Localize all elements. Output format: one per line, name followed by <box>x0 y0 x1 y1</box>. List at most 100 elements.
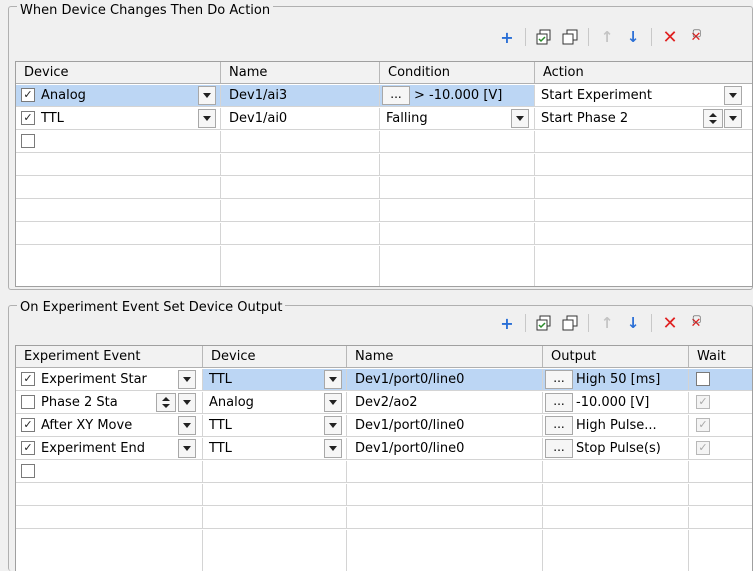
table-row[interactable]: ✓ Experiment End TTL Dev1/port0/line0 ..… <box>16 438 752 460</box>
device-dropdown-button[interactable] <box>324 393 342 412</box>
delete-button[interactable]: ✕ <box>659 26 681 48</box>
event-dropdown-button[interactable] <box>178 416 196 435</box>
device-cell[interactable]: ✓ Analog <box>16 85 221 106</box>
column-header-wait[interactable]: Wait <box>689 346 752 367</box>
wait-cell[interactable] <box>689 369 752 390</box>
condition-edit-button[interactable]: ... <box>382 86 410 105</box>
device-cell[interactable]: ✓ TTL <box>16 108 221 129</box>
table-row[interactable]: ✓ Experiment Star TTL Dev1/port0/line0 .… <box>16 369 752 391</box>
wait-checkbox[interactable] <box>696 372 710 386</box>
wait-cell[interactable]: ✓ <box>689 415 752 436</box>
move-down-button[interactable]: ↓ <box>622 26 644 48</box>
wait-cell[interactable]: ✓ <box>689 392 752 413</box>
delete-all-button[interactable]: ✕ ▢ <box>685 26 707 48</box>
output-edit-button[interactable]: ... <box>545 439 573 458</box>
wait-checkbox[interactable]: ✓ <box>696 395 710 409</box>
enable-checkbox[interactable] <box>21 464 35 478</box>
device-dropdown-button[interactable] <box>198 86 216 105</box>
wait-cell[interactable]: ✓ <box>689 438 752 459</box>
output-cell[interactable]: ... -10.000 [V] <box>543 392 689 413</box>
condition-dropdown-button[interactable] <box>511 109 529 128</box>
enable-checkbox[interactable]: ✓ <box>21 418 35 432</box>
wait-checkbox[interactable]: ✓ <box>696 441 710 455</box>
event-cell[interactable]: Phase 2 Sta <box>16 392 203 413</box>
enable-checkbox[interactable]: ✓ <box>21 441 35 455</box>
enable-checkbox[interactable] <box>21 134 35 148</box>
device-cell[interactable] <box>16 131 221 152</box>
enable-checkbox[interactable]: ✓ <box>21 372 35 386</box>
column-header-event[interactable]: Experiment Event <box>16 346 203 367</box>
event-cell[interactable]: ✓ After XY Move <box>16 415 203 436</box>
delete-all-button[interactable]: ✕ ▢ <box>685 312 707 334</box>
event-cell[interactable] <box>16 461 203 482</box>
delete-button[interactable]: ✕ <box>659 312 681 334</box>
name-cell[interactable]: Dev1/port0/line0 <box>347 369 543 390</box>
table-row[interactable]: ✓ After XY Move TTL Dev1/port0/line0 ...… <box>16 415 752 437</box>
column-header-device[interactable]: Device <box>16 62 221 83</box>
condition-cell[interactable] <box>380 131 535 152</box>
copy-button[interactable] <box>533 312 555 334</box>
table-row[interactable]: Phase 2 Sta Analog Dev2/ao2 ... -10.000 … <box>16 392 752 414</box>
action-cell[interactable]: Start Experiment <box>535 85 752 106</box>
device-cell[interactable] <box>203 461 347 482</box>
output-edit-button[interactable]: ... <box>545 370 573 389</box>
device-dropdown-button[interactable] <box>324 416 342 435</box>
output-edit-button[interactable]: ... <box>545 416 573 435</box>
table-row[interactable]: ✓ TTL Dev1/ai0 Falling Start Phase 2 <box>16 108 752 130</box>
event-dropdown-button[interactable] <box>178 370 196 389</box>
paste-button[interactable] <box>559 26 581 48</box>
name-cell[interactable]: Dev1/ai3 <box>221 85 380 106</box>
device-dropdown-button[interactable] <box>324 439 342 458</box>
new-row[interactable] <box>16 131 752 153</box>
table-row[interactable]: ✓ Analog Dev1/ai3 ... > -10.000 [V] Star… <box>16 85 752 107</box>
output-cell[interactable] <box>543 461 689 482</box>
copy-button[interactable] <box>533 26 555 48</box>
new-row[interactable] <box>16 461 752 483</box>
name-cell[interactable]: Dev2/ao2 <box>347 392 543 413</box>
output-cell[interactable]: ... High Pulse... <box>543 415 689 436</box>
event-cell[interactable]: ✓ Experiment End <box>16 438 203 459</box>
enable-checkbox[interactable] <box>21 395 35 409</box>
device-cell[interactable]: TTL <box>203 438 347 459</box>
wait-checkbox[interactable]: ✓ <box>696 418 710 432</box>
output-cell[interactable]: ... High 50 [ms] <box>543 369 689 390</box>
name-cell[interactable] <box>221 131 380 152</box>
name-cell[interactable]: Dev1/ai0 <box>221 108 380 129</box>
add-row-button[interactable]: + <box>496 26 518 48</box>
event-dropdown-button[interactable] <box>178 393 196 412</box>
event-cell[interactable]: ✓ Experiment Star <box>16 369 203 390</box>
column-header-action[interactable]: Action <box>535 62 752 83</box>
column-header-name[interactable]: Name <box>347 346 543 367</box>
wait-cell[interactable] <box>689 461 752 482</box>
condition-cell[interactable]: ... > -10.000 [V] <box>380 85 535 106</box>
add-row-button[interactable]: + <box>496 312 518 334</box>
event-dropdown-button[interactable] <box>178 439 196 458</box>
paste-button[interactable] <box>559 312 581 334</box>
device-dropdown-button[interactable] <box>198 109 216 128</box>
move-up-button[interactable]: ↑ <box>596 26 618 48</box>
output-cell[interactable]: ... Stop Pulse(s) <box>543 438 689 459</box>
column-header-device[interactable]: Device <box>203 346 347 367</box>
condition-cell[interactable]: Falling <box>380 108 535 129</box>
column-header-output[interactable]: Output <box>543 346 689 367</box>
device-cell[interactable]: TTL <box>203 415 347 436</box>
action-spin-button[interactable] <box>703 109 723 128</box>
device-dropdown-button[interactable] <box>324 370 342 389</box>
name-cell[interactable]: Dev1/port0/line0 <box>347 415 543 436</box>
device-cell[interactable]: TTL <box>203 369 347 390</box>
move-up-button[interactable]: ↑ <box>596 312 618 334</box>
action-dropdown-button[interactable] <box>724 109 742 128</box>
name-cell[interactable]: Dev1/port0/line0 <box>347 438 543 459</box>
output-edit-button[interactable]: ... <box>545 393 573 412</box>
column-header-name[interactable]: Name <box>221 62 380 83</box>
action-dropdown-button[interactable] <box>724 86 742 105</box>
action-cell[interactable] <box>535 131 752 152</box>
device-cell[interactable]: Analog <box>203 392 347 413</box>
name-cell[interactable] <box>347 461 543 482</box>
move-down-button[interactable]: ↓ <box>622 312 644 334</box>
enable-checkbox[interactable]: ✓ <box>21 88 35 102</box>
column-header-condition[interactable]: Condition <box>380 62 535 83</box>
enable-checkbox[interactable]: ✓ <box>21 111 35 125</box>
event-spin-button[interactable] <box>156 393 176 412</box>
action-cell[interactable]: Start Phase 2 <box>535 108 752 129</box>
